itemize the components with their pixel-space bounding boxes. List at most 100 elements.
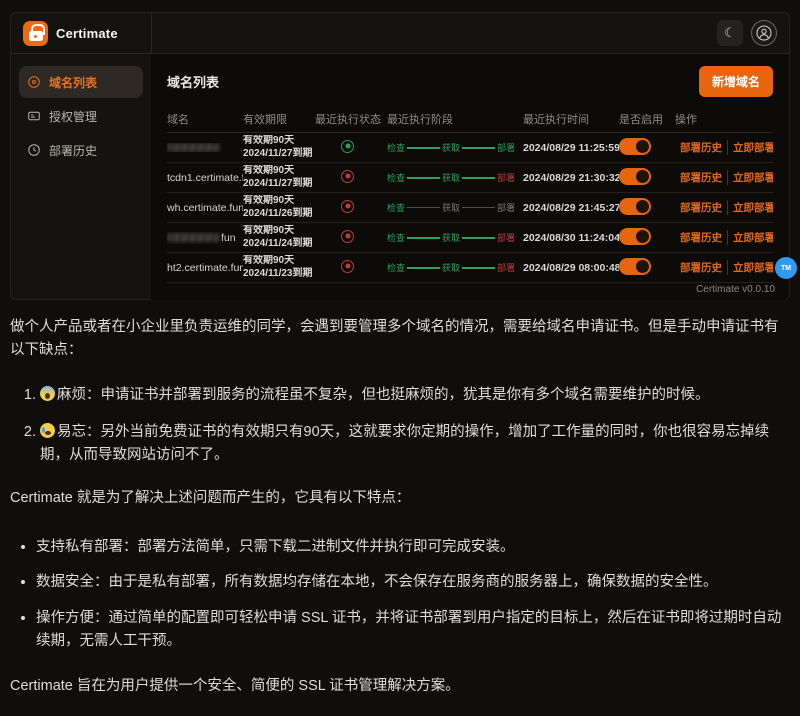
status-icon — [341, 260, 354, 273]
brand: Certimate — [23, 21, 118, 46]
table-row: tcdn1.certimate.fun 有效期90天 2024/11/27到期 … — [167, 163, 773, 193]
phase-cell: 检查获取部署 — [387, 201, 515, 214]
list-item: 麻烦：申请证书并部署到服务的流程虽不复杂，但也挺麻烦的，犹其是你有多个域名需要维… — [40, 384, 790, 407]
table-row: wh.certimate.fun 有效期90天 2024/11/26到期 检查获… — [167, 193, 773, 223]
deploy-history-link[interactable]: 部署历史 — [675, 200, 727, 215]
validity-cell: 有效期90天 2024/11/26到期 — [243, 195, 315, 220]
status-cell — [315, 200, 387, 216]
deploy-now-link[interactable]: 立即部署 — [727, 260, 773, 275]
phase-step-label: 检查 — [387, 201, 405, 214]
phase-cell: 检查获取部署 — [387, 171, 515, 184]
deploy-now-link[interactable]: 立即部署 — [727, 170, 773, 185]
col-enabled: 是否启用 — [619, 111, 675, 127]
col-actions: 操作 — [675, 111, 773, 127]
deploy-history-link[interactable]: 部署历史 — [675, 230, 727, 245]
domain-cell: tcdn1.certimate.fun — [167, 172, 243, 184]
sidebar-item-label: 域名列表 — [49, 74, 97, 91]
phase-connector — [407, 237, 440, 239]
last-run-time: 2024/08/29 21:30:32 — [523, 172, 619, 184]
enabled-toggle[interactable] — [619, 198, 651, 215]
last-run-time: 2024/08/29 11:25:59 — [523, 142, 619, 154]
validity-cell: 有效期90天 2024/11/24到期 — [243, 225, 315, 250]
sidebar-item-domain-list[interactable]: 域名列表 — [19, 66, 143, 98]
phase-step-label: 检查 — [387, 171, 405, 184]
watermark-badge: TM — [775, 257, 797, 279]
status-icon — [341, 140, 354, 153]
deploy-history-link[interactable]: 部署历史 — [675, 170, 727, 185]
status-cell — [315, 170, 387, 186]
moon-icon: ☾ — [724, 25, 736, 41]
main-panel: 域名列表 新增域名 域名 有效期限 最近执行状态 最近执行阶段 最近执行时间 是… — [151, 54, 789, 300]
list-item: 数据安全：由于是私有部署，所有数据均存储在本地，不会保存在服务商的服务器上，确保… — [36, 571, 790, 594]
redacted-domain — [167, 233, 219, 242]
row-actions: 部署历史 立即部署 下载 — [675, 200, 773, 215]
deploy-history-link[interactable]: 部署历史 — [675, 140, 727, 155]
validity-cell: 有效期90天 2024/11/23到期 — [243, 255, 315, 280]
phase-step-label: 部署 — [497, 171, 515, 184]
status-icon — [341, 200, 354, 213]
sidebar-item-auth-management[interactable]: 授权管理 — [19, 100, 143, 132]
expiry-date: 2024/11/27到期 — [243, 148, 315, 161]
header-actions: ☾ — [717, 20, 777, 46]
phase-connector — [407, 147, 440, 149]
deploy-now-link[interactable]: 立即部署 — [727, 200, 773, 215]
intro-paragraph: 做个人产品或者在小企业里负责运维的同学，会遇到要管理多个域名的情况，需要给域名申… — [10, 316, 790, 362]
sidebar-item-deploy-history[interactable]: 部署历史 — [19, 134, 143, 166]
phase-step-label: 检查 — [387, 261, 405, 274]
list-item: 支持私有部署：部署方法简单，只需下载二进制文件并执行即可完成安装。 — [36, 536, 790, 559]
enabled-cell — [619, 198, 675, 218]
status-icon — [341, 170, 354, 183]
version-label: Certimate v0.0.10 — [696, 284, 775, 295]
table-header-row: 域名 有效期限 最近执行状态 最近执行阶段 最近执行时间 是否启用 操作 — [167, 105, 773, 133]
certimate-lock-logo-icon — [23, 21, 48, 46]
phase-step-label: 获取 — [442, 231, 460, 244]
enabled-toggle[interactable] — [619, 138, 651, 155]
list-item: 易忘：另外当前免费证书的有效期只有90天，这就要求你定期的操作，增加了工作量的同… — [40, 421, 790, 467]
features-intro-paragraph: Certimate 就是为了解决上述问题而产生的，它具有以下特点： — [10, 487, 790, 510]
col-phase: 最近执行阶段 — [387, 111, 523, 127]
validity-cell: 有效期90天 2024/11/27到期 — [243, 135, 315, 160]
theme-toggle-button[interactable]: ☾ — [717, 20, 743, 46]
phase-connector — [462, 267, 495, 269]
brand-name: Certimate — [56, 26, 118, 41]
phase-step-label: 部署 — [497, 231, 515, 244]
clock-icon — [27, 143, 41, 157]
expiry-date: 2024/11/26到期 — [243, 208, 315, 221]
domain-cell — [167, 143, 243, 152]
phase-connector — [462, 237, 495, 239]
phase-connector — [462, 207, 495, 208]
phase-connector — [462, 177, 495, 179]
scream-emoji-icon — [40, 386, 55, 401]
enabled-toggle[interactable] — [619, 258, 651, 275]
panel-title: 域名列表 — [167, 72, 219, 91]
enabled-cell — [619, 168, 675, 188]
phase-connector — [407, 267, 440, 269]
id-card-icon — [27, 109, 41, 123]
status-cell — [315, 230, 387, 246]
enabled-toggle[interactable] — [619, 228, 651, 245]
domain-text: wh.certimate.fun — [167, 202, 243, 214]
enabled-cell — [619, 138, 675, 158]
user-icon — [756, 25, 772, 41]
list-item: 操作方便：通过简单的配置即可轻松申请 SSL 证书，并将证书部署到用户指定的目标… — [36, 607, 790, 653]
domain-text: ht2.certimate.fun — [167, 262, 243, 274]
deploy-now-link[interactable]: 立即部署 — [727, 230, 773, 245]
col-status: 最近执行状态 — [315, 111, 387, 127]
validity-days: 有效期90天 — [243, 135, 315, 148]
deploy-now-link[interactable]: 立即部署 — [727, 140, 773, 155]
table-body: 有效期90天 2024/11/27到期 检查获取部署 2024/08/29 11… — [167, 133, 773, 283]
domain-cell: fun — [167, 232, 243, 244]
expiry-date: 2024/11/24到期 — [243, 238, 315, 251]
last-run-time: 2024/08/29 08:00:48 — [523, 262, 619, 274]
enabled-toggle[interactable] — [619, 168, 651, 185]
features-list: 支持私有部署：部署方法简单，只需下载二进制文件并执行即可完成安装。 数据安全：由… — [10, 536, 790, 653]
expiry-date: 2024/11/23到期 — [243, 268, 315, 281]
add-domain-button[interactable]: 新增域名 — [699, 66, 773, 97]
row-actions: 部署历史 立即部署 下载 — [675, 260, 773, 275]
deploy-history-link[interactable]: 部署历史 — [675, 260, 727, 275]
disc-icon — [27, 75, 41, 89]
table-row: ht2.certimate.fun 有效期90天 2024/11/23到期 检查… — [167, 253, 773, 283]
last-run-time: 2024/08/29 21:45:27 — [523, 202, 619, 214]
article: 做个人产品或者在小企业里负责运维的同学，会遇到要管理多个域名的情况，需要给域名申… — [10, 316, 790, 716]
user-avatar-button[interactable] — [751, 20, 777, 46]
